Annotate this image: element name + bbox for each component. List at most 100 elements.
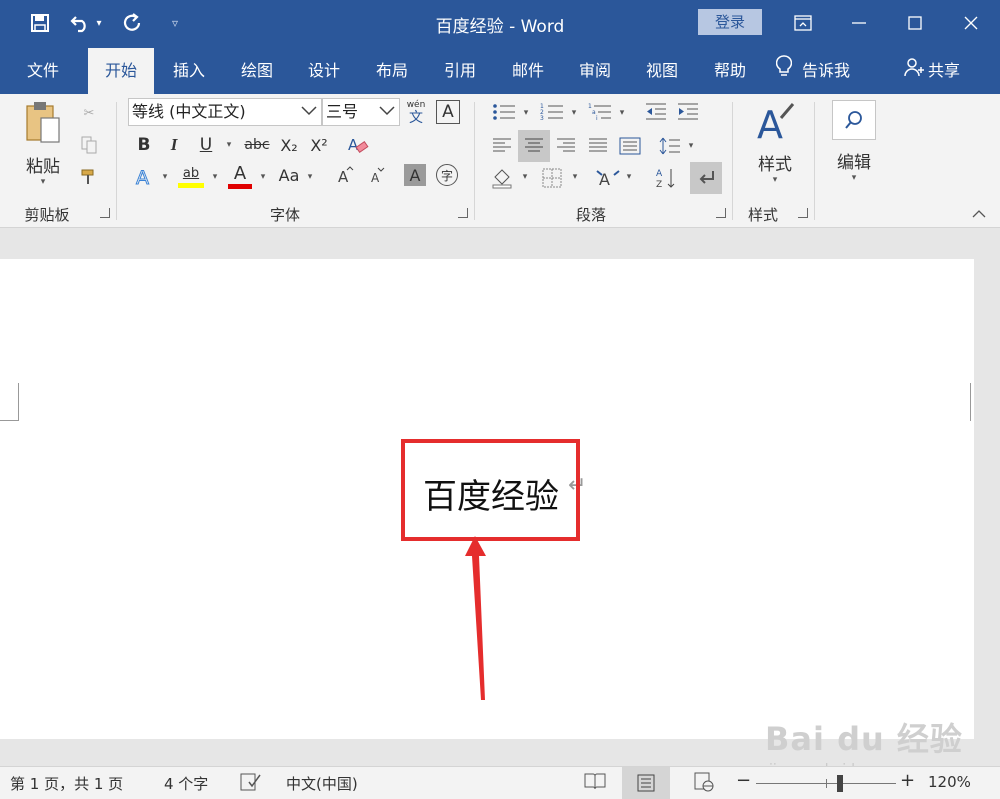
decrease-indent-icon[interactable] [642,100,670,124]
distributed-icon[interactable] [616,132,644,160]
tab-draw[interactable]: 绘图 [224,48,290,94]
read-mode-icon[interactable] [584,772,606,794]
line-spacing-dropdown-icon[interactable]: ▾ [686,139,696,153]
sort-icon[interactable]: AZ [652,164,680,192]
styles-dialog-launcher-icon[interactable] [798,208,808,218]
font-color-dropdown-icon[interactable]: ▾ [258,170,268,184]
ribbon-display-options-icon[interactable] [780,6,826,40]
tab-layout[interactable]: 布局 [359,48,425,94]
save-icon[interactable] [25,8,55,38]
redo-icon[interactable] [117,8,147,38]
zoom-level[interactable]: 120% [928,773,971,791]
tell-me-button[interactable]: 告诉我 [775,48,876,95]
zoom-slider-thumb[interactable] [837,775,843,792]
clipboard-dialog-launcher-icon[interactable] [100,208,110,218]
change-case-button[interactable]: Aa [274,162,304,188]
font-name-select[interactable]: 等线 (中文正文) [128,98,322,126]
phonetic-bottom: 文 [409,110,423,126]
strikethrough-button[interactable]: abc [240,132,274,158]
shading-icon[interactable] [488,164,516,192]
underline-dropdown-icon[interactable]: ▾ [224,138,234,152]
align-center-icon[interactable] [518,130,550,162]
change-case-dropdown-icon[interactable]: ▾ [305,170,315,184]
grow-font-icon[interactable]: A [332,162,358,188]
bullets-icon[interactable] [490,100,518,124]
maximize-icon[interactable] [892,6,938,40]
clipboard-group-label: 剪贴板 [24,206,70,224]
paste-button[interactable]: 粘贴 ▾ [18,100,68,198]
text-effects-icon[interactable]: A [132,164,156,190]
bold-button[interactable]: B [132,132,156,158]
format-painter-icon[interactable] [78,166,100,188]
font-color-button[interactable]: A [226,160,254,192]
paragraph-dialog-launcher-icon[interactable] [716,208,726,218]
align-right-icon[interactable] [552,132,580,160]
tab-mailings[interactable]: 邮件 [495,48,561,94]
align-left-icon[interactable] [488,132,516,160]
multilevel-list-icon[interactable]: 1ai [586,100,614,124]
tab-insert[interactable]: 插入 [156,48,222,94]
collapse-ribbon-icon[interactable] [970,206,988,222]
customize-quick-access-icon[interactable]: ▿ [160,8,190,38]
editing-button[interactable]: 编辑 ▾ [828,100,880,192]
text-effects-dropdown-icon[interactable]: ▾ [160,170,170,184]
share-button[interactable]: 共享 [904,48,978,94]
clipboard-icon [23,100,63,150]
zoom-in-button[interactable]: + [900,770,915,791]
font-dialog-launcher-icon[interactable] [458,208,468,218]
document-page[interactable]: 百度经验 ↵ Bai du 经验 jingyan.baidu.com [0,259,974,778]
borders-dropdown-icon[interactable]: ▾ [570,170,580,184]
person-icon [904,49,924,95]
highlight-color-button[interactable]: ab [176,162,206,192]
highlight-dropdown-icon[interactable]: ▾ [210,170,220,184]
close-icon[interactable] [948,6,994,40]
tab-view[interactable]: 视图 [629,48,695,94]
page-count[interactable]: 第 1 页，共 1 页 [10,773,123,794]
styles-button[interactable]: A 样式 ▾ [748,100,802,198]
superscript-button[interactable]: X² [306,132,332,158]
editing-dropdown-icon: ▾ [851,173,857,183]
print-layout-icon[interactable] [622,767,670,799]
lightbulb-icon [775,49,793,95]
login-button[interactable]: 登录 [698,9,762,35]
tab-file[interactable]: 文件 [10,48,76,94]
phonetic-guide-button[interactable]: wén 文 [404,98,428,128]
shrink-font-icon[interactable]: A [364,162,390,188]
subscript-button[interactable]: X₂ [276,132,302,158]
character-border-button[interactable]: A [436,100,460,124]
web-layout-icon[interactable] [694,772,714,796]
chinese-layout-dropdown-icon[interactable]: ▾ [624,170,634,184]
minimize-icon[interactable] [836,6,882,40]
tab-home[interactable]: 开始 [88,48,154,94]
zoom-slider[interactable] [756,775,896,792]
chinese-layout-icon[interactable]: A [594,164,622,192]
undo-dropdown-icon[interactable]: ▾ [92,8,106,38]
line-spacing-icon[interactable] [656,132,684,160]
bullets-dropdown-icon[interactable]: ▾ [521,106,531,120]
show-marks-icon[interactable] [690,162,722,194]
font-size-select[interactable]: 三号 [322,98,400,126]
tab-help[interactable]: 帮助 [697,48,763,94]
word-count[interactable]: 4 个字 [164,773,208,794]
italic-button[interactable]: I [162,132,186,158]
tab-references[interactable]: 引用 [427,48,493,94]
borders-icon[interactable] [538,164,566,192]
enclose-characters-button[interactable]: 字 [436,164,458,186]
cut-icon[interactable]: ✂ [78,102,100,124]
increase-indent-icon[interactable] [674,100,702,124]
numbering-icon[interactable]: 123 [538,100,566,124]
justify-icon[interactable] [584,132,612,160]
language[interactable]: 中文(中国) [286,773,358,794]
proofing-icon[interactable] [240,772,262,796]
multilevel-dropdown-icon[interactable]: ▾ [617,106,627,120]
copy-icon[interactable] [78,134,100,156]
tab-review[interactable]: 审阅 [562,48,628,94]
underline-button[interactable]: U [194,132,218,158]
zoom-out-button[interactable]: − [736,770,751,791]
tab-design[interactable]: 设计 [291,48,357,94]
ribbon-tab-bar: 文件 开始 插入 绘图 设计 布局 引用 邮件 审阅 视图 帮助 告诉我 共享 [0,48,1000,94]
character-shading-button[interactable]: A [404,164,426,186]
numbering-dropdown-icon[interactable]: ▾ [569,106,579,120]
shading-dropdown-icon[interactable]: ▾ [520,170,530,184]
clear-formatting-icon[interactable]: A [344,132,372,158]
